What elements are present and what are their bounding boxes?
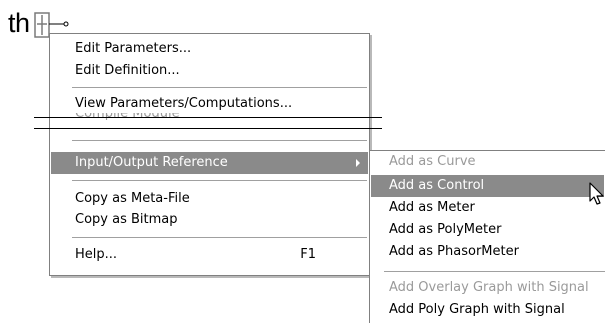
- context-menu: Edit Parameters... Edit Definition... Vi…: [49, 33, 370, 276]
- submenu-item-add-as-curve: Add as Curve: [371, 151, 604, 173]
- menu-item-label: Copy as Meta-File: [75, 191, 190, 206]
- menu-item-label: Copy as Bitmap: [75, 212, 178, 227]
- mouse-pointer-icon: [589, 182, 604, 205]
- menu-item-copy-meta-file[interactable]: Copy as Meta-File: [51, 188, 368, 210]
- menu-item-label: Add as Curve: [389, 154, 476, 169]
- input-output-submenu: Add as Curve Add as Control Add as Meter…: [369, 150, 605, 323]
- menu-item-help[interactable]: Help... F1: [51, 244, 368, 266]
- menu-item-edit-definition[interactable]: Edit Definition...: [51, 60, 368, 82]
- menu-item-copy-bitmap[interactable]: Copy as Bitmap: [51, 209, 368, 231]
- menu-item-label: Help...: [75, 247, 118, 262]
- menu-item-label: Add as PhasorMeter: [389, 244, 519, 259]
- submenu-item-add-as-phasormeter[interactable]: Add as PhasorMeter: [371, 241, 604, 263]
- menu-item-compile-module: Compile Module: [51, 113, 368, 127]
- menu-item-label: Input/Output Reference: [75, 155, 228, 170]
- menu-separator: [72, 180, 367, 181]
- menu-separator: [72, 237, 367, 238]
- submenu-item-add-poly-graph[interactable]: Add Poly Graph with Signal: [371, 299, 604, 321]
- menu-item-edit-parameters[interactable]: Edit Parameters...: [51, 38, 368, 60]
- menu-item-label: Add as Meter: [389, 200, 475, 215]
- menu-item-label: Add as PolyMeter: [389, 222, 502, 237]
- menu-item-shortcut: F1: [300, 247, 316, 262]
- menu-item-input-output-reference[interactable]: Input/Output Reference: [51, 152, 368, 174]
- submenu-item-add-as-polymeter[interactable]: Add as PolyMeter: [371, 219, 604, 241]
- strike-line: [34, 128, 382, 129]
- menu-separator: [384, 271, 605, 272]
- menu-item-view-parameters[interactable]: View Parameters/Computations...: [51, 93, 368, 115]
- submenu-item-add-overlay-graph: Add Overlay Graph with Signal: [371, 277, 604, 299]
- menu-separator: [72, 140, 367, 141]
- background-text: th: [8, 8, 30, 38]
- menu-item-label: Add Overlay Graph with Signal: [389, 280, 589, 295]
- menu-separator: [72, 87, 367, 88]
- menu-item-label: Edit Parameters...: [75, 41, 192, 56]
- menu-item-label: Add as Control: [389, 178, 485, 193]
- menu-item-label: Add Poly Graph with Signal: [389, 302, 565, 317]
- submenu-item-add-as-meter[interactable]: Add as Meter: [371, 197, 604, 219]
- menu-item-label: Edit Definition...: [75, 63, 180, 78]
- submenu-item-add-as-control[interactable]: Add as Control: [371, 175, 604, 197]
- chevron-right-icon: [356, 159, 360, 167]
- menu-item-label: View Parameters/Computations...: [75, 96, 293, 111]
- strike-line: [34, 117, 382, 118]
